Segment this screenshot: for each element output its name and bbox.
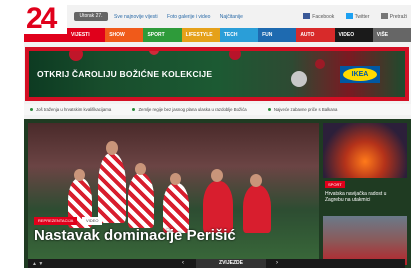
- ornament-ball: [149, 51, 159, 55]
- ornament-ball: [291, 71, 307, 87]
- hero-photo-head: [74, 169, 85, 181]
- bullet-icon: [30, 108, 33, 111]
- ikea-logo-text: IKEA: [343, 68, 377, 81]
- top-links: Sve najnovije vijesti Foto galerije i vi…: [114, 14, 251, 20]
- ornament-ball: [229, 51, 241, 60]
- facebook-icon: [303, 13, 311, 19]
- social-facebook[interactable]: Facebook: [303, 13, 334, 20]
- ticker-item[interactable]: Najveće zabavne priče s Balkana: [267, 107, 337, 112]
- ikea-logo: IKEA: [340, 66, 380, 83]
- nav-item-tech[interactable]: TECH: [219, 28, 259, 42]
- chevron-left-icon[interactable]: ‹: [178, 259, 188, 268]
- nav-item-video[interactable]: VIDEO: [334, 28, 373, 42]
- news-ticker: Još traženja u hrvatskim kvalifikacijama…: [24, 104, 411, 115]
- logo-subtitle-bar: [24, 34, 67, 42]
- search-link[interactable]: Pretraži: [380, 13, 407, 20]
- top-link-galleries[interactable]: Foto galerije i video: [167, 14, 210, 20]
- date-pill: Utorak 27.: [74, 12, 108, 21]
- nav-item-more[interactable]: VIŠE: [372, 28, 411, 42]
- sidebar-article-headline[interactable]: Hrvatska navijačka radost u Zagrebu na u…: [325, 191, 405, 203]
- nav-item-auto[interactable]: AUTO: [296, 28, 335, 42]
- ornament-ball: [315, 59, 325, 69]
- nav-item-vijesti[interactable]: VIJESTI: [67, 28, 106, 42]
- sidebar-article-image-2[interactable]: [323, 216, 407, 265]
- ticker-item[interactable]: Još traženja u hrvatskim kvalifikacijama: [30, 107, 111, 112]
- social-twitter[interactable]: Twitter: [345, 13, 369, 20]
- logo-number: 24: [26, 2, 57, 35]
- hero-category-tag[interactable]: REPREZENTACIJA: [34, 217, 78, 225]
- hero-photo-player: [203, 181, 233, 233]
- ornament-ball: [69, 51, 83, 61]
- top-link-most-read[interactable]: Najčitanije: [220, 14, 243, 20]
- bottom-bar-icons: ▲ ▼: [32, 261, 44, 267]
- hero-photo-head: [250, 174, 262, 187]
- hero-photo-head: [106, 141, 118, 155]
- ad-banner-image: OTKRIJ ČAROLIJU BOŽIĆNE KOLEKCIJE IKEA: [29, 51, 405, 97]
- pager-label[interactable]: ZVIJEZDE: [196, 259, 266, 268]
- bullet-icon: [267, 108, 271, 111]
- hero-photo-head: [135, 163, 146, 175]
- hero-photo-player: [243, 185, 271, 233]
- nav-item-fun[interactable]: FUN: [258, 28, 297, 42]
- hero-photo-player: [98, 153, 126, 223]
- hero-photo-player: [163, 183, 189, 233]
- twitter-icon: [345, 13, 353, 19]
- ticker-item[interactable]: Zemlje regije bez jasnog plana ulaska u …: [132, 107, 247, 112]
- hero-photo-head: [211, 169, 223, 182]
- sidebar-category-tag[interactable]: SPORT: [325, 181, 345, 188]
- hero-photo-player: [128, 173, 154, 228]
- ad-banner[interactable]: OTKRIJ ČAROLIJU BOŽIĆNE KOLEKCIJE IKEA: [25, 47, 409, 101]
- nav-item-show[interactable]: SHOW: [105, 28, 144, 42]
- hero-video-tag[interactable]: VIDEO: [82, 217, 103, 225]
- bottom-bar: ▲ ▼ ‹ ZVIJEZDE ›: [28, 259, 405, 268]
- site-logo[interactable]: 24: [24, 2, 67, 42]
- bullet-icon: [132, 108, 136, 111]
- hero-article[interactable]: REPREZENTACIJA VIDEO Nastavak dominacije…: [28, 123, 319, 268]
- top-link-latest[interactable]: Sve najnovije vijesti: [114, 14, 158, 20]
- chevron-right-icon[interactable]: ›: [272, 259, 282, 268]
- social-links: Facebook Twitter Pretraži: [293, 13, 407, 20]
- nav-item-sport[interactable]: SPORT: [143, 28, 182, 42]
- main-nav: VIJESTI SHOW SPORT LIFESTYLE TECH FUN AU…: [67, 28, 411, 42]
- hero-photo-head: [170, 173, 181, 185]
- sidebar-article-image[interactable]: [323, 123, 407, 178]
- search-icon: [380, 13, 388, 19]
- hero-headline[interactable]: Nastavak dominacije Perišić: [34, 227, 236, 244]
- nav-item-lifestyle[interactable]: LIFESTYLE: [181, 28, 220, 42]
- ad-headline: OTKRIJ ČAROLIJU BOŽIĆNE KOLEKCIJE: [37, 69, 213, 79]
